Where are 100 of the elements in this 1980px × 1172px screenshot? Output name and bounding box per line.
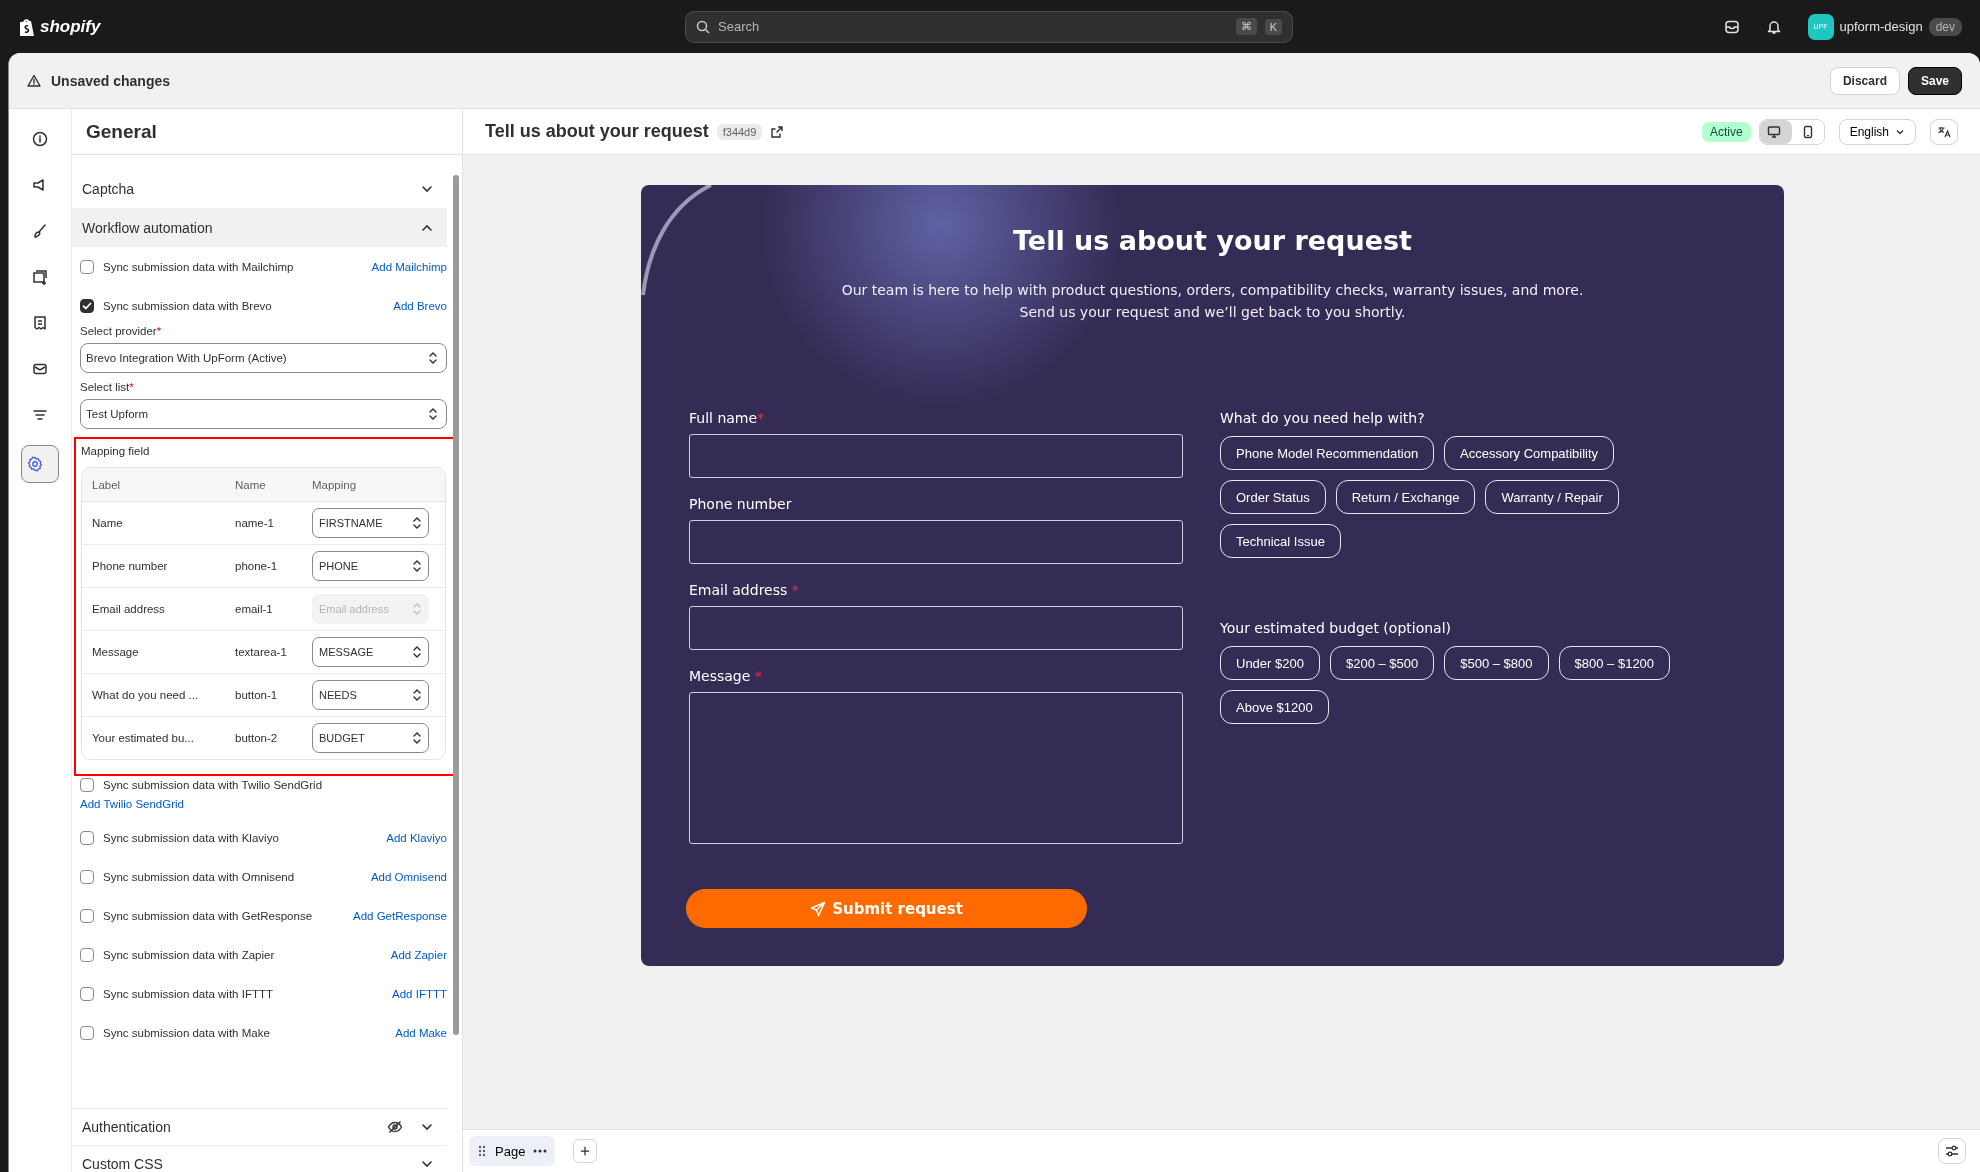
shopify-logo[interactable]: shopify (18, 16, 101, 37)
add-page-button[interactable] (573, 1139, 598, 1163)
field-label: Select provider* (80, 325, 163, 337)
mail-icon (32, 361, 48, 377)
search-icon (696, 19, 710, 34)
option-chip[interactable]: $800 – $1200 (1558, 646, 1671, 680)
option-chip[interactable]: Accessory Compatibility (1444, 436, 1615, 470)
checkbox[interactable] (80, 869, 94, 884)
checkbox-label: Sync submission data with Brevo (103, 299, 273, 312)
info-icon (32, 131, 48, 147)
select-field[interactable]: Brevo Integration With UpForm (Active) (80, 343, 447, 373)
shopping-bag-icon (18, 16, 36, 37)
send-icon (810, 900, 827, 917)
checkbox[interactable] (80, 908, 94, 923)
panel-title: General (86, 120, 157, 143)
checkbox-label: Sync submission data with Twilio SendGrid (103, 779, 323, 791)
option-chip[interactable]: Return / Exchange (1335, 480, 1476, 514)
add-integration-link[interactable]: Add Brevo (393, 299, 447, 312)
option-chip[interactable]: $500 – $800 (1444, 646, 1549, 680)
option-chip[interactable]: Above $1200 (1220, 690, 1329, 724)
column-header: Mapping (312, 478, 358, 491)
discard-button[interactable]: Discard (1829, 66, 1900, 95)
inbox-icon[interactable] (1723, 18, 1740, 35)
group-label: What do you need help with? (1220, 410, 1426, 426)
option-chip[interactable]: Warranty / Repair (1485, 480, 1619, 514)
accordion-header[interactable]: Custom CSS (72, 1145, 447, 1172)
select-arrows-icon (412, 645, 422, 659)
form-description: Our team is here to help with product questions, orders, compatibility checks, warranty issues, and more. (840, 282, 1585, 298)
option-chip[interactable]: $200 – $500 (1329, 646, 1435, 680)
text-input[interactable] (689, 520, 1183, 564)
mapping-select[interactable]: MESSAGE (312, 637, 429, 667)
checkbox[interactable] (80, 778, 94, 792)
scrollbar[interactable] (453, 175, 459, 1035)
checkbox[interactable] (80, 947, 94, 962)
select-field[interactable]: Test Upform (80, 399, 447, 429)
external-link-icon[interactable] (770, 124, 785, 139)
add-card-icon (32, 269, 48, 285)
mapping-select[interactable]: FIRSTNAME (312, 508, 429, 538)
add-integration-link[interactable]: Add Omnisend (370, 870, 447, 883)
accordion-header[interactable]: Workflow automation (72, 208, 447, 247)
add-integration-link[interactable]: Add Make (395, 1026, 447, 1039)
table-cell-text: textarea-1 (235, 646, 288, 658)
option-chip[interactable]: Under $200 (1220, 646, 1320, 680)
table-cell-text: email-1 (235, 603, 274, 615)
checkbox[interactable] (80, 986, 94, 1001)
mapping-select[interactable]: PHONE (312, 551, 429, 581)
language-select[interactable]: English (1838, 118, 1916, 145)
table-cell-text: Phone number (92, 560, 169, 572)
add-integration-link[interactable]: Add Zapier (390, 948, 447, 961)
option-chip[interactable]: Order Status (1220, 480, 1326, 514)
search-placeholder: Search (718, 19, 761, 34)
add-integration-link[interactable]: Add Mailchimp (371, 260, 447, 273)
warning-icon (27, 73, 41, 88)
brush-icon (32, 223, 48, 239)
option-chip[interactable]: Technical Issue (1220, 524, 1341, 558)
translate-button[interactable] (1930, 118, 1958, 145)
checkbox[interactable] (80, 259, 94, 274)
text-input[interactable] (689, 434, 1183, 478)
field-label: Select list* (80, 381, 135, 393)
shortcut-key: K (1264, 18, 1282, 35)
checkbox[interactable] (80, 298, 94, 313)
field-label: Mapping field (81, 445, 151, 457)
text-input[interactable] (689, 606, 1183, 650)
table-cell-text: name-1 (235, 517, 275, 529)
checkbox-label: Sync submission data with IFTTT (103, 987, 274, 1000)
table-cell-text: phone-1 (235, 560, 279, 572)
form-id-badge: f344d9 (716, 123, 763, 140)
checkbox[interactable] (80, 830, 94, 845)
desktop-view-button[interactable] (1759, 119, 1792, 144)
page-tab[interactable]: Page (469, 1136, 556, 1166)
checkbox[interactable] (80, 1025, 94, 1040)
status-badge: Active (1701, 121, 1751, 142)
field-label: Full name* (689, 410, 766, 426)
checkbox-label: Sync submission data with Klaviyo (103, 831, 280, 844)
checkbox-label: Sync submission data with Mailchimp (103, 260, 295, 273)
field-label: Message * (689, 668, 763, 684)
checkbox-label: Sync submission data with GetResponse (103, 909, 314, 922)
search-field[interactable]: Search ⌘ K (685, 10, 1293, 43)
more-icon (533, 1149, 548, 1153)
add-integration-link[interactable]: Add GetResponse (353, 909, 447, 922)
table-cell-text: What do you need ... (92, 689, 200, 701)
notification-bell-icon[interactable] (1765, 18, 1782, 35)
table-cell-text: Your estimated bu... (92, 732, 195, 744)
form-title: Tell us about your request (485, 121, 709, 142)
group-label: Your estimated budget (optional) (1220, 620, 1453, 636)
drag-handle-icon (477, 1145, 487, 1157)
environment-badge: dev (1928, 17, 1962, 36)
shortcut-key: ⌘ (1235, 18, 1257, 35)
save-button[interactable]: Save (1907, 66, 1962, 95)
select-arrows-icon (412, 731, 422, 745)
plus-icon (580, 1145, 591, 1157)
chevron-down-icon (421, 1158, 433, 1170)
checkbox-label: Sync submission data with Make (103, 1026, 271, 1039)
mapping-select[interactable]: BUDGET (312, 723, 429, 753)
option-chip[interactable]: Phone Model Recommendation (1220, 436, 1435, 470)
add-integration-link[interactable]: Add Klaviyo (386, 831, 447, 844)
add-integration-link[interactable]: Add IFTTT (392, 987, 447, 1000)
add-integration-link[interactable]: Add Twilio SendGrid (80, 798, 184, 810)
sliders-button[interactable] (1938, 1138, 1966, 1164)
mapping-select[interactable]: NEEDS (312, 680, 429, 710)
